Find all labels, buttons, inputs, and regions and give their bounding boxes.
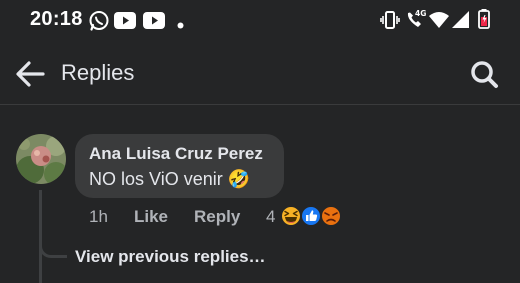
page-title: Replies xyxy=(61,60,135,85)
reaction-count[interactable]: 4 xyxy=(266,207,275,227)
notification-dot-icon xyxy=(177,16,184,34)
network-label: 4G xyxy=(415,9,426,18)
whatsapp-icon xyxy=(88,10,110,37)
angry-reaction-icon xyxy=(320,205,342,227)
thread-branch xyxy=(39,236,67,258)
header-divider xyxy=(0,104,520,105)
reactions-summary[interactable] xyxy=(278,202,346,230)
search-icon xyxy=(471,61,498,88)
vibrate-icon xyxy=(380,11,400,34)
wifi-icon xyxy=(429,12,449,33)
header: Replies xyxy=(0,40,520,104)
signal-icon xyxy=(452,11,469,33)
like-reaction-icon xyxy=(300,205,322,227)
arrow-left-icon xyxy=(16,61,45,87)
back-button[interactable] xyxy=(12,56,48,92)
avatar[interactable] xyxy=(16,134,66,184)
youtube-icon xyxy=(143,12,165,34)
reply-button[interactable]: Reply xyxy=(194,207,240,227)
status-bar: 20:18 4G xyxy=(0,0,520,40)
volte-call-icon: 4G xyxy=(404,9,426,35)
comment-bubble[interactable]: Ana Luisa Cruz Perez NO los ViO venir 🤣 xyxy=(75,134,284,198)
status-time: 20:18 xyxy=(30,8,83,30)
comment-text: NO los ViO venir 🤣 xyxy=(89,169,251,189)
haha-reaction-icon xyxy=(280,205,302,227)
search-button[interactable] xyxy=(466,56,502,92)
battery-icon xyxy=(478,9,490,34)
replies-screen: 20:18 4G Replies Ana Luisa Cruz Perez NO… xyxy=(0,0,520,283)
youtube-icon xyxy=(114,12,136,34)
comment-time: 1h xyxy=(89,207,108,226)
like-button[interactable]: Like xyxy=(134,207,168,227)
view-previous-replies-button[interactable]: View previous replies… xyxy=(75,247,266,267)
comment-author[interactable]: Ana Luisa Cruz Perez xyxy=(89,144,263,164)
